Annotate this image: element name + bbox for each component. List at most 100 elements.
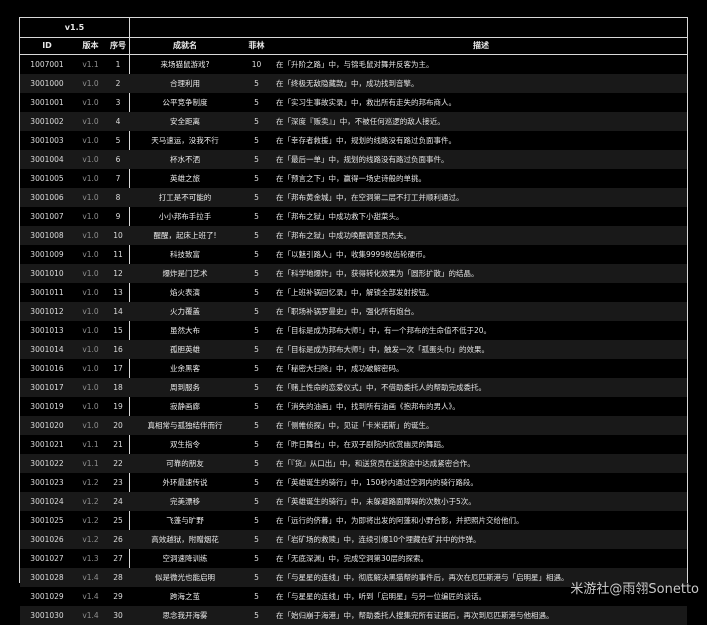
- id-cell: 3001023: [30, 478, 64, 487]
- seq-cell: 2: [115, 79, 121, 88]
- version-cell: v1.0: [82, 155, 99, 164]
- seq-cell: 5: [115, 136, 121, 145]
- gems-cell: 10: [251, 60, 262, 69]
- gems-cell: 5: [254, 269, 259, 278]
- id-cell: 3001026: [30, 535, 64, 544]
- desc-cell: 在「目标是成为邦布大师!」中，有一个邦布的生命值不低于20。: [276, 326, 492, 335]
- desc-cell: 在「最后一单」中，规划的线路没有路过负面事件。: [276, 155, 449, 164]
- id-cell: 3001012: [30, 307, 64, 316]
- table-row: 3001027 v1.3 27 空洞速降训练 5 在「无底深渊」中，完成空洞第30层的探索…: [20, 549, 687, 568]
- table-row: 3001005 v1.0 7 英雄之旅 5 在「预言之下」中，赢得一场史诗般的单挑。: [20, 169, 687, 188]
- table-row: 3001011 v1.0 13 焰火表演 5 在「上班补锅回忆录」中，解锁全部发射按钮。: [20, 283, 687, 302]
- name-cell: 爆炸是门艺术: [162, 269, 208, 278]
- name-cell: 飞蓬与旷野: [166, 516, 204, 525]
- id-cell: 3001007: [30, 212, 64, 221]
- id-cell: 3001027: [30, 554, 64, 563]
- table-row: 3001008 v1.0 10 醒醒，起床上班了! 5 在「邦布之狱」中成功唤醒调查员杰夫…: [20, 226, 687, 245]
- id-cell: 3001009: [30, 250, 64, 259]
- version-cell: v1.0: [82, 421, 99, 430]
- seq-cell: 30: [113, 611, 123, 620]
- name-cell: 虽然大布: [170, 326, 200, 335]
- version-cell: v1.4: [82, 611, 99, 620]
- desc-cell: 在「昨日舞台」中，在双子剧院内欣赏幽灵的舞蹈。: [276, 440, 449, 449]
- seq-cell: 15: [113, 326, 123, 335]
- table-row: 1007001 v1.1 1 来场猫鼠游戏? 10 在「升阶之路」中，与锦毛鼠对舞并反客为…: [20, 55, 687, 74]
- name-cell: 外环最速传说: [162, 478, 208, 487]
- id-cell: 3001002: [30, 117, 64, 126]
- desc-cell: 在「职场补锅罗曼史」中，强化所有炮台。: [276, 307, 419, 316]
- name-cell: 来场猫鼠游戏?: [160, 60, 210, 69]
- column-header-gems: 菲林: [248, 41, 265, 50]
- table-row: 3001000 v1.0 2 合理利用 5 在「终极无敌隐藏款」中，成功找到音擎。: [20, 74, 687, 93]
- seq-cell: 17: [113, 364, 123, 373]
- table-row: 3001009 v1.0 11 科技致富 5 在「以魅引路人」中，收集9999枚齿轮硬币。: [20, 245, 687, 264]
- name-cell: 空洞速降训练: [162, 554, 208, 563]
- name-cell: 醒醒，起床上班了!: [153, 231, 217, 240]
- gems-cell: 5: [254, 497, 259, 506]
- desc-cell: 在「无底深渊」中，完成空洞第30层的探索。: [276, 554, 429, 563]
- table-row: 3001020 v1.0 20 真相常与孤独结伴而行 5 在「侧帷侦探」中，见证「卡米诺斯…: [20, 416, 687, 435]
- seq-cell: 14: [113, 307, 123, 316]
- gems-cell: 5: [254, 155, 259, 164]
- version-cell: v1.0: [82, 364, 99, 373]
- id-cell: 3001021: [30, 440, 64, 449]
- version-cell: v1.0: [82, 136, 99, 145]
- version-cell: v1.0: [82, 269, 99, 278]
- desc-cell: 在「科学地爆炸」中，获得转化效果为「圆形扩散」的结晶。: [276, 269, 479, 278]
- gems-cell: 5: [254, 459, 259, 468]
- seq-cell: 29: [113, 592, 123, 601]
- gems-cell: 5: [254, 326, 259, 335]
- seq-cell: 23: [113, 478, 123, 487]
- name-cell: 思念我开海雾: [162, 611, 208, 620]
- version-cell: v1.2: [82, 478, 99, 487]
- id-cell: 3001016: [30, 364, 64, 373]
- gems-cell: 5: [254, 307, 259, 316]
- id-cell: 3001013: [30, 326, 64, 335]
- seq-cell: 8: [115, 193, 121, 202]
- gems-cell: 5: [254, 516, 259, 525]
- table-row: 3001017 v1.0 18 周到服务 5 在「赌上性命的恋爱仪式」中，不借助委托人的帮…: [20, 378, 687, 397]
- id-cell: 3001005: [30, 174, 64, 183]
- version-cell: v1.2: [82, 535, 99, 544]
- name-cell: 天马速运，没我不行: [151, 136, 219, 145]
- version-cell: v1.0: [82, 193, 99, 202]
- watermark: 米游社@雨翎Sonetto: [570, 582, 699, 597]
- id-cell: 3001028: [30, 573, 64, 582]
- table-row: 3001022 v1.1 22 可靠的朋友 5 在「『货』从口出」中，和送货员在送货途中达…: [20, 454, 687, 473]
- gems-cell: 5: [254, 554, 259, 563]
- gems-cell: 5: [254, 592, 259, 601]
- name-cell: 焰火表演: [170, 288, 200, 297]
- gems-cell: 5: [254, 364, 259, 373]
- name-cell: 公平竞争制度: [162, 98, 208, 107]
- seq-cell: 10: [113, 231, 123, 240]
- id-cell: 3001000: [30, 79, 64, 88]
- id-cell: 3001025: [30, 516, 64, 525]
- version-cell: v1.4: [82, 592, 99, 601]
- gems-cell: 5: [254, 535, 259, 544]
- seq-cell: 9: [115, 212, 121, 221]
- table-row: 3001003 v1.0 5 天马速运，没我不行 5 在「幸存者救援」中，规划的线路没有路…: [20, 131, 687, 150]
- seq-cell: 6: [115, 155, 121, 164]
- version-cell: v1.4: [82, 573, 99, 582]
- version-cell: v1.0: [82, 345, 99, 354]
- gems-cell: 5: [254, 193, 259, 202]
- version-cell: v1.1: [82, 440, 99, 449]
- version-cell: v1.0: [82, 288, 99, 297]
- desc-cell: 在「邦布之狱」中成功救下小甜菜头。: [276, 212, 404, 221]
- id-cell: 3001004: [30, 155, 64, 164]
- id-cell: 3001006: [30, 193, 64, 202]
- table-row: 3001002 v1.0 4 安全距离 5 在「深度『贩卖』」中，不被任何巡逻的敌人接近。: [20, 112, 687, 131]
- table-row: 3001016 v1.0 17 业余黑客 5 在「秘密大扫除」中，成功破解密码。: [20, 359, 687, 378]
- version-cell: v1.0: [82, 326, 99, 335]
- id-cell: 3001020: [30, 421, 64, 430]
- desc-cell: 在「『货』从口出」中，和送货员在送货途中达成紧密合作。: [276, 459, 475, 468]
- id-cell: 3001030: [30, 611, 64, 620]
- gems-cell: 5: [254, 117, 259, 126]
- version-cell: v1.0: [82, 79, 99, 88]
- seq-cell: 26: [113, 535, 123, 544]
- name-cell: 跨海之茧: [170, 592, 200, 601]
- gems-cell: 5: [254, 231, 259, 240]
- id-cell: 3001008: [30, 231, 64, 240]
- column-header-id: ID: [42, 41, 52, 50]
- table-row: 3001004 v1.0 6 杯水不洒 5 在「最后一单」中，规划的线路没有路过负面事件。: [20, 150, 687, 169]
